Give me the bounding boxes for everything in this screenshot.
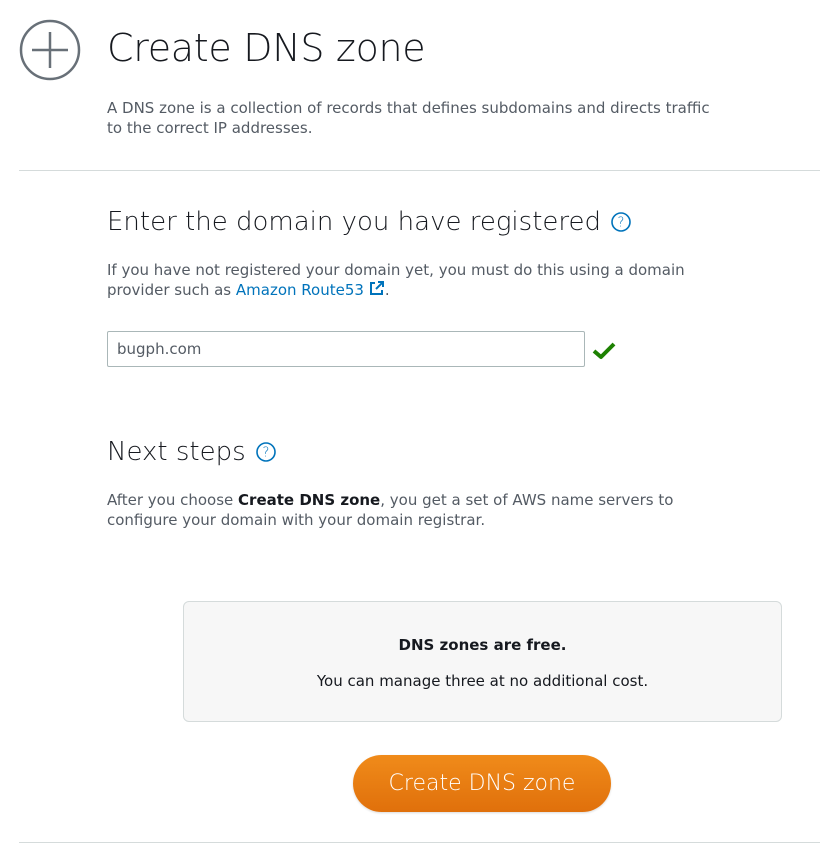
next-steps-text: After you choose Create DNS zone, you ge… xyxy=(107,490,707,530)
external-link-icon[interactable] xyxy=(368,280,385,297)
domain-text-before-link: If you have not registered your domain y… xyxy=(107,261,685,299)
svg-text:?: ? xyxy=(262,446,269,461)
domain-input[interactable] xyxy=(107,331,585,367)
amazon-route53-link[interactable]: Amazon Route53 xyxy=(236,281,385,299)
svg-text:?: ? xyxy=(618,216,625,231)
pricing-info-title: DNS zones are free. xyxy=(398,636,567,654)
next-steps-heading-text: Next steps xyxy=(107,437,246,467)
checkmark-icon xyxy=(592,342,616,359)
create-dns-zone-button[interactable]: Create DNS zone xyxy=(353,755,611,812)
domain-heading-text: Enter the domain you have registered xyxy=(107,207,602,237)
next-steps-text-before: After you choose xyxy=(107,491,239,509)
next-steps-heading: Next steps ? xyxy=(107,437,276,467)
pricing-info-box xyxy=(183,601,782,722)
domain-text-after-link: . xyxy=(384,281,390,299)
domain-section-text: If you have not registered your domain y… xyxy=(107,260,707,300)
amazon-route53-link-label[interactable]: Amazon Route53 xyxy=(236,281,364,299)
footer-divider xyxy=(19,842,820,843)
page-title: Create DNS zone xyxy=(107,26,426,70)
page-description: A DNS zone is a collection of records th… xyxy=(107,99,710,137)
help-circle-icon[interactable]: ? xyxy=(255,442,276,462)
add-circle-icon xyxy=(19,19,81,81)
pricing-info-text: You can manage three at no additional co… xyxy=(316,672,649,690)
next-steps-text-bold: Create DNS zone xyxy=(238,491,381,509)
domain-section-heading: Enter the domain you have registered ? xyxy=(107,207,631,237)
help-circle-icon[interactable]: ? xyxy=(611,212,631,232)
section-divider xyxy=(19,170,820,171)
